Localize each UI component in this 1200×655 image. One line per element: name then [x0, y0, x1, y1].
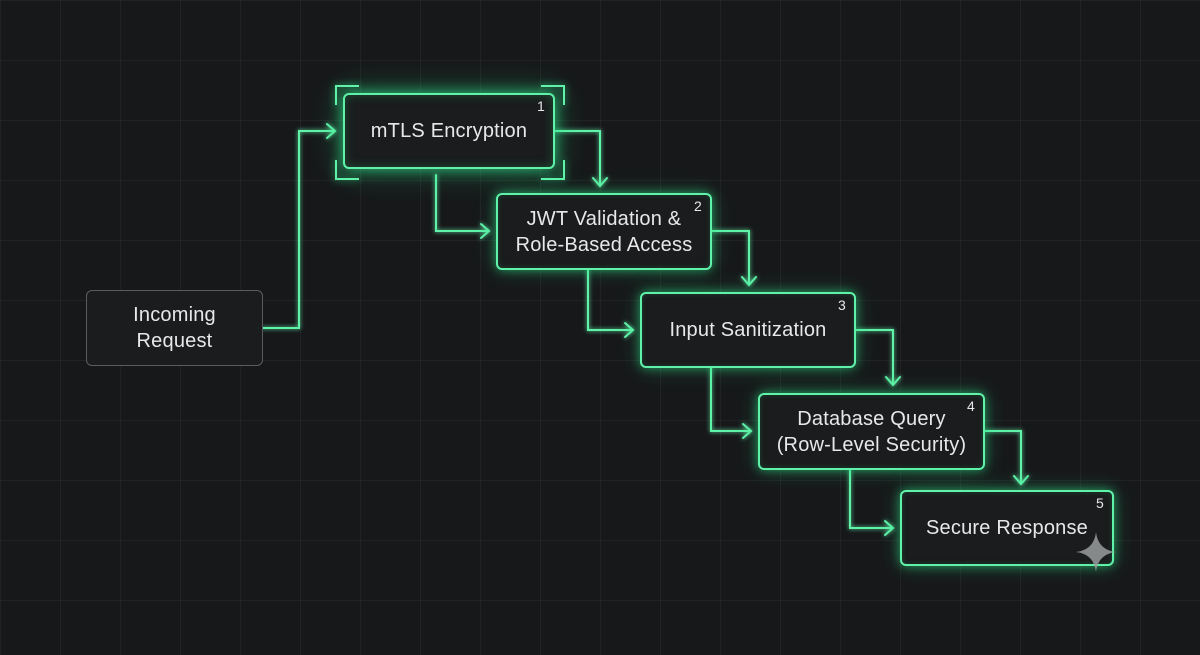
diagram-canvas: Incoming Request mTLS Encryption 1 JWT V…	[0, 0, 1200, 655]
connector-sanitize-right-to-db	[855, 329, 901, 387]
selection-corner-top-left	[335, 85, 359, 105]
node-label: Database Query (Row-Level Security)	[776, 407, 967, 456]
connector-db-right-to-response	[984, 430, 1029, 486]
step-number: 2	[694, 198, 702, 214]
node-label: mTLS Encryption	[370, 120, 528, 142]
node-label: Incoming Request	[133, 304, 216, 352]
connector-db-bottom-to-response	[849, 469, 895, 536]
node-label: Input Sanitization	[669, 319, 827, 341]
connector-jwt-bottom-to-sanitize	[587, 269, 635, 338]
node-label: JWT Validation & Role-Based Access	[515, 207, 693, 256]
connector-incoming-to-mtls	[261, 123, 337, 329]
sparkle-icon	[1076, 532, 1116, 572]
node-jwt-validation[interactable]: JWT Validation & Role-Based Access 2	[496, 193, 712, 270]
node-database-query[interactable]: Database Query (Row-Level Security) 4	[758, 393, 985, 470]
selection-corner-bottom-left	[335, 160, 359, 180]
connector-mtls-bottom-to-jwt	[435, 174, 491, 239]
step-number: 4	[967, 398, 975, 414]
node-incoming-request[interactable]: Incoming Request	[86, 290, 263, 366]
node-label: Secure Response	[926, 517, 1088, 539]
connector-sanitize-bottom-to-db	[710, 367, 753, 439]
connector-jwt-right-to-sanitize	[711, 230, 757, 287]
step-number: 3	[838, 297, 846, 313]
selection-corner-top-right	[541, 85, 565, 105]
node-mtls-encryption[interactable]: mTLS Encryption 1	[343, 93, 555, 169]
step-number: 5	[1096, 495, 1104, 511]
node-input-sanitization[interactable]: Input Sanitization 3	[640, 292, 856, 368]
selection-corner-bottom-right	[541, 160, 565, 180]
